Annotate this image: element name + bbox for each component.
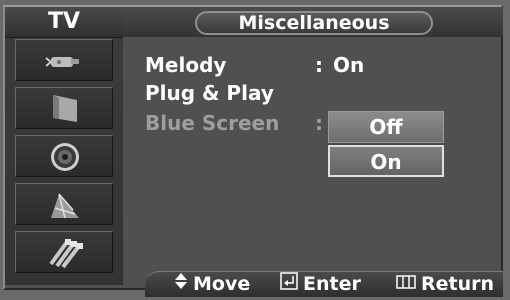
menu-item-value: On [333,53,365,77]
sound-icon[interactable] [15,135,113,177]
option-off[interactable]: Off [328,111,444,143]
menu-item-label: Plug & Play [145,81,274,105]
move-hint: Move [174,272,250,296]
menu-item-plug-play[interactable]: Plug & Play [145,81,274,105]
enter-hint: Enter [280,272,361,296]
picture-icon[interactable] [15,87,113,129]
setup-connectors-icon[interactable] [15,231,113,273]
menu-item-label: Blue Screen [145,111,280,135]
channel-antenna-icon[interactable] [15,183,113,225]
menu-item-separator: : [315,53,323,77]
sidebar-title: TV [5,7,123,38]
option-on[interactable]: On [328,145,444,177]
sidebar: TV [5,7,123,285]
enter-hint-label: Enter [303,273,361,295]
menu-item-blue-screen[interactable]: Blue Screen [145,111,279,135]
input-source-icon[interactable] [15,39,113,81]
blue-screen-dropdown[interactable]: Off On [328,111,444,177]
menu-item-separator: : [315,111,323,135]
up-down-arrow-icon [174,272,188,296]
menu-item-melody[interactable]: Melody [145,53,226,77]
enter-icon [280,272,298,296]
return-hint: Return [396,272,494,296]
return-icon [396,272,416,296]
move-hint-label: Move [193,273,251,295]
osd-screen: TV Miscellaneous Melody: On Plug & Play… [0,0,510,300]
page-title: Miscellaneous [195,11,433,35]
menu-content: Melody : On Plug & Play Blue Screen : [123,37,503,267]
return-hint-label: Return [421,273,495,295]
menu-item-label: Melody [145,53,227,77]
